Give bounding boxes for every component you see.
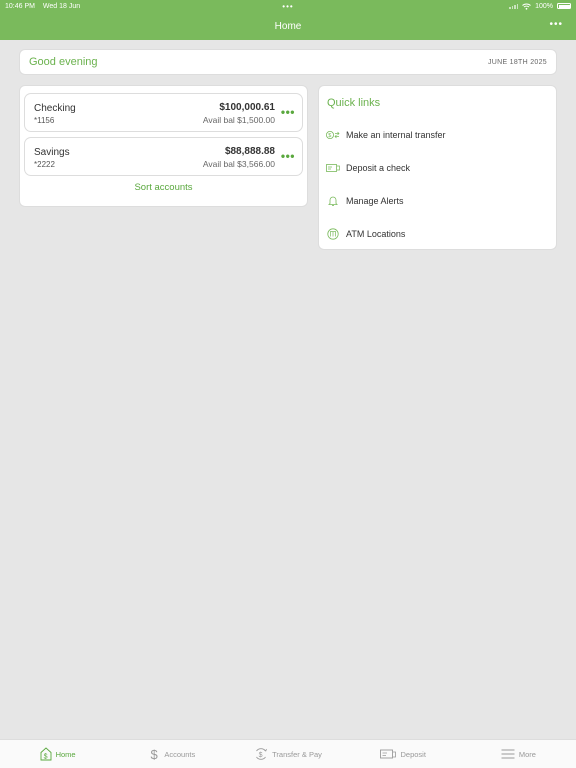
account-row-savings[interactable]: Savings *2222 $88,888.88 Avail bal $3,56… (24, 137, 303, 176)
battery-percent: 100% (535, 2, 553, 10)
menu-icon (501, 749, 515, 759)
check-deposit-icon (326, 162, 340, 174)
account-available-balance: Avail bal $3,566.00 (202, 159, 275, 169)
tab-home[interactable]: $ Home (0, 740, 115, 768)
quick-links-card: Quick links $ Make an internal transfer … (318, 85, 557, 250)
quick-link-internal-transfer[interactable]: $ Make an internal transfer (326, 126, 546, 144)
tab-deposit[interactable]: Deposit (346, 740, 461, 768)
more-options-button[interactable]: ••• (549, 19, 563, 30)
wifi-icon (522, 3, 531, 10)
quick-link-label: Make an internal transfer (346, 130, 446, 140)
greeting-text: Good evening (29, 56, 98, 68)
account-name: Checking (34, 103, 76, 114)
transfer-pay-icon: $ (256, 748, 268, 760)
tab-bar: $ Home $ Accounts $ Transfer & Pay Depos… (0, 739, 576, 768)
tab-label: Deposit (400, 749, 426, 759)
svg-text:$: $ (43, 754, 47, 761)
tab-label: Home (55, 749, 76, 759)
tab-more[interactable]: More (461, 740, 576, 768)
quick-link-label: Deposit a check (346, 163, 411, 173)
transfer-icon: $ (326, 129, 340, 141)
status-time: 10:46 PM (5, 2, 35, 10)
home-dollar-icon: $ (40, 747, 52, 761)
account-number: *1156 (34, 116, 55, 125)
account-number: *2222 (34, 160, 55, 169)
status-bar: 10:46 PM Wed 18 Jun ••• 100% (0, 0, 576, 12)
account-balance: $88,888.88 (224, 146, 275, 157)
greeting-date: JUNE 18TH 2025 (487, 58, 547, 66)
quick-link-label: Manage Alerts (346, 196, 404, 206)
tab-transfer-pay[interactable]: $ Transfer & Pay (230, 740, 345, 768)
account-balance: $100,000.61 (219, 102, 275, 113)
svg-text:$: $ (328, 133, 331, 139)
account-more-button[interactable]: ••• (281, 149, 295, 163)
tab-accounts[interactable]: $ Accounts (115, 740, 230, 768)
nav-bar: Home ••• (0, 12, 576, 40)
greeting-card: Good evening JUNE 18TH 2025 (19, 49, 557, 75)
svg-text:$: $ (151, 747, 159, 761)
signal-icon (509, 3, 519, 9)
account-more-button[interactable]: ••• (281, 105, 295, 119)
battery-icon (557, 3, 571, 9)
dollar-icon: $ (151, 747, 159, 761)
accounts-card: Checking *1156 $100,000.61 Avail bal $1,… (19, 85, 308, 207)
tab-label: Accounts (164, 749, 196, 759)
account-name: Savings (34, 147, 70, 158)
status-right: 100% (509, 3, 571, 10)
account-available-balance: Avail bal $1,500.00 (202, 115, 275, 125)
atm-icon (326, 228, 340, 240)
status-left: 10:46 PM Wed 18 Jun (5, 3, 86, 10)
quick-link-atm-locations[interactable]: ATM Locations (326, 225, 546, 243)
svg-text:$: $ (259, 752, 263, 759)
status-date: Wed 18 Jun (42, 2, 81, 10)
bell-icon (326, 195, 340, 207)
quick-link-deposit-check[interactable]: Deposit a check (326, 159, 546, 177)
account-row-checking[interactable]: Checking *1156 $100,000.61 Avail bal $1,… (24, 93, 303, 132)
quick-link-manage-alerts[interactable]: Manage Alerts (326, 192, 546, 210)
tab-label: More (518, 749, 536, 759)
page-title: Home (274, 20, 302, 32)
deposit-check-icon (380, 749, 397, 759)
quick-links-title: Quick links (327, 97, 381, 109)
multitask-dots[interactable]: ••• (282, 2, 293, 11)
sort-accounts-link[interactable]: Sort accounts (24, 182, 303, 193)
quick-link-label: ATM Locations (346, 229, 406, 239)
tab-label: Transfer & Pay (272, 749, 322, 759)
